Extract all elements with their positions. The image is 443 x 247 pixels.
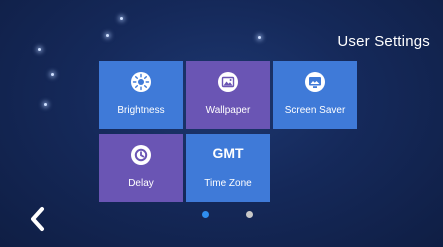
- brightness-tile[interactable]: Brightness: [99, 61, 183, 129]
- background-star: [51, 73, 54, 76]
- background-star: [120, 17, 123, 20]
- screen-saver-label: Screen Saver: [284, 105, 346, 116]
- page-title: User Settings: [337, 33, 430, 50]
- delay-icon: [130, 144, 152, 166]
- chevron-left-icon: [27, 207, 49, 236]
- page-indicator-dot-active[interactable]: [202, 211, 209, 218]
- time-zone-label: Time Zone: [204, 178, 252, 189]
- screen-saver-tile[interactable]: Screen Saver: [273, 61, 357, 129]
- background-star: [106, 34, 109, 37]
- user-settings-screen: User Settings Brightness Wallpaper Scree…: [0, 0, 443, 247]
- background-star: [44, 103, 47, 106]
- screen-saver-icon: [304, 71, 326, 93]
- wallpaper-tile[interactable]: Wallpaper: [186, 61, 270, 129]
- wallpaper-icon: [217, 71, 239, 93]
- wallpaper-label: Wallpaper: [205, 105, 251, 116]
- gmt-icon-text: GMT: [212, 145, 244, 161]
- page-indicator-dot[interactable]: [246, 211, 253, 218]
- delay-label: Delay: [128, 178, 154, 189]
- time-zone-tile[interactable]: GMT Time Zone: [186, 134, 270, 202]
- delay-tile[interactable]: Delay: [99, 134, 183, 202]
- back-button[interactable]: [27, 206, 49, 232]
- brightness-icon: [130, 71, 152, 93]
- background-star: [38, 48, 41, 51]
- brightness-label: Brightness: [117, 105, 165, 116]
- background-star: [258, 36, 261, 39]
